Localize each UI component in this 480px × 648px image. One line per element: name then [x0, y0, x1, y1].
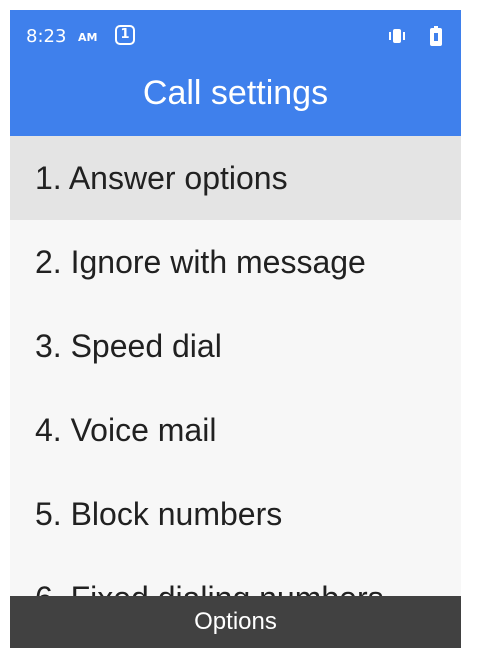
menu-item-ignore-with-message[interactable]: 2. Ignore with message: [10, 220, 461, 304]
settings-menu-list: 1. Answer options 2. Ignore with message…: [10, 136, 461, 596]
page-title: Call settings: [142, 74, 329, 112]
options-softkey[interactable]: Options: [194, 608, 277, 635]
menu-item-answer-options[interactable]: 1. Answer options: [10, 136, 461, 220]
menu-item-voice-mail[interactable]: 4. Voice mail: [10, 388, 461, 472]
status-bar: 8:23 AM 1: [10, 10, 461, 60]
menu-item-speed-dial[interactable]: 3. Speed dial: [10, 304, 461, 388]
notification-count-badge: 1: [115, 25, 135, 45]
call-settings-screen: 8:23 AM 1 Call settings 1. Answer option…: [10, 10, 461, 648]
app-header: 8:23 AM 1 Call settings: [10, 10, 461, 136]
vibrate-icon: [389, 29, 405, 43]
status-ampm: AM: [78, 31, 98, 44]
softkey-bar: Options: [10, 596, 461, 648]
battery-icon: [430, 26, 442, 46]
menu-item-block-numbers[interactable]: 5. Block numbers: [10, 472, 461, 556]
menu-item-fixed-dialing-numbers[interactable]: 6. Fixed dialing numbers: [10, 556, 461, 596]
status-time: 8:23: [26, 26, 67, 47]
